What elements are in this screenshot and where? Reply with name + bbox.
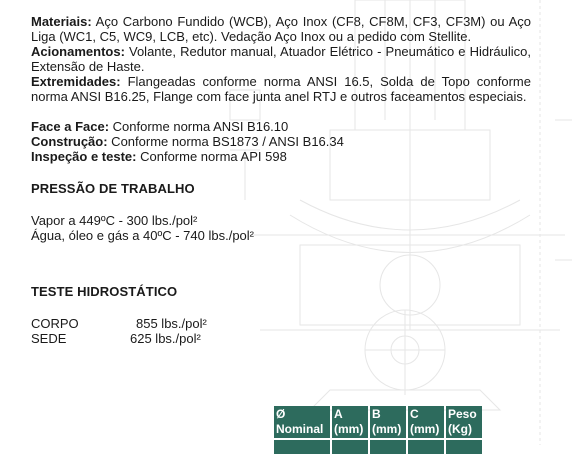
- dimensions-table-wrapper: Ø Nominal A (mm) B (mm) C (mm) Peso (Kg): [272, 404, 484, 456]
- teste-row-corpo: CORPO 855 lbs./pol²: [31, 316, 531, 331]
- spec-materiais-text: Aço Carbono Fundido (WCB), Aço Inox (CF8…: [31, 14, 531, 44]
- teste-row-sede: SEDE 625 lbs./pol²: [31, 331, 531, 346]
- spec-inspecao-label: Inspeção e teste:: [31, 149, 137, 164]
- teste-row-label: SEDE: [31, 331, 67, 346]
- col-header-line: Nominal: [276, 422, 324, 436]
- col-header-line: (mm): [334, 422, 364, 436]
- spec-inspecao-text: Conforme norma API 598: [136, 149, 287, 164]
- pressao-line-agua: Água, óleo e gás a 40ºC - 740 lbs./pol²: [31, 228, 254, 243]
- col-header-line: C: [410, 407, 419, 421]
- table-cell: [332, 440, 368, 454]
- teste-row-label: CORPO: [31, 316, 79, 331]
- table-cell: [446, 440, 482, 454]
- col-header-a: A (mm): [332, 406, 368, 438]
- col-header-line: A: [334, 407, 343, 421]
- col-header-c: C (mm): [408, 406, 444, 438]
- teste-row-value: 855 lbs./pol²: [136, 316, 207, 331]
- spec-materiais: Materiais: Aço Carbono Fundido (WCB), Aç…: [31, 14, 531, 44]
- col-header-peso: Peso (Kg): [446, 406, 482, 438]
- spec-acionamentos-label: Acionamentos:: [31, 44, 125, 59]
- col-header-line: (Kg): [448, 422, 472, 436]
- col-header-line: Peso: [448, 407, 477, 421]
- spec-acionamentos: Acionamentos: Volante, Redutor manual, A…: [31, 44, 531, 74]
- col-header-line: B: [372, 407, 381, 421]
- pressao-heading: PRESSÃO DE TRABALHO: [31, 181, 195, 196]
- col-header-line: (mm): [410, 422, 440, 436]
- table-cell: [370, 440, 406, 454]
- col-header-b: B (mm): [370, 406, 406, 438]
- table-cell: [408, 440, 444, 454]
- spec-inspecao: Inspeção e teste: Conforme norma API 598: [31, 149, 531, 164]
- spec-extremidades: Extremidades: Flangeadas conforme norma …: [31, 74, 531, 104]
- pressao-line-vapor: Vapor a 449ºC - 300 lbs./pol²: [31, 213, 198, 228]
- table-row: [274, 440, 482, 454]
- teste-row-value: 625 lbs./pol²: [130, 331, 201, 346]
- col-header-line: (mm): [372, 422, 402, 436]
- spec-construcao-label: Construção:: [31, 134, 108, 149]
- spec-face-a-face-text: Conforme norma ANSI B16.10: [109, 119, 289, 134]
- spec-face-a-face: Face a Face: Conforme norma ANSI B16.10: [31, 119, 531, 134]
- teste-heading: TESTE HIDROSTÁTICO: [31, 284, 178, 299]
- spec-materiais-label: Materiais:: [31, 14, 92, 29]
- spec-construcao: Construção: Conforme norma BS1873 / ANSI…: [31, 134, 531, 149]
- spec-extremidades-label: Extremidades:: [31, 74, 121, 89]
- table-cell: [274, 440, 330, 454]
- table-header-row: Ø Nominal A (mm) B (mm) C (mm) Peso (Kg): [274, 406, 482, 438]
- spec-construcao-text: Conforme norma BS1873 / ANSI B16.34: [107, 134, 344, 149]
- col-header-line: Ø: [276, 407, 286, 421]
- spec-face-a-face-label: Face a Face:: [31, 119, 110, 134]
- dimensions-table: Ø Nominal A (mm) B (mm) C (mm) Peso (Kg): [272, 404, 484, 456]
- specification-text: Materiais: Aço Carbono Fundido (WCB), Aç…: [31, 14, 531, 346]
- col-header-nominal: Ø Nominal: [274, 406, 330, 438]
